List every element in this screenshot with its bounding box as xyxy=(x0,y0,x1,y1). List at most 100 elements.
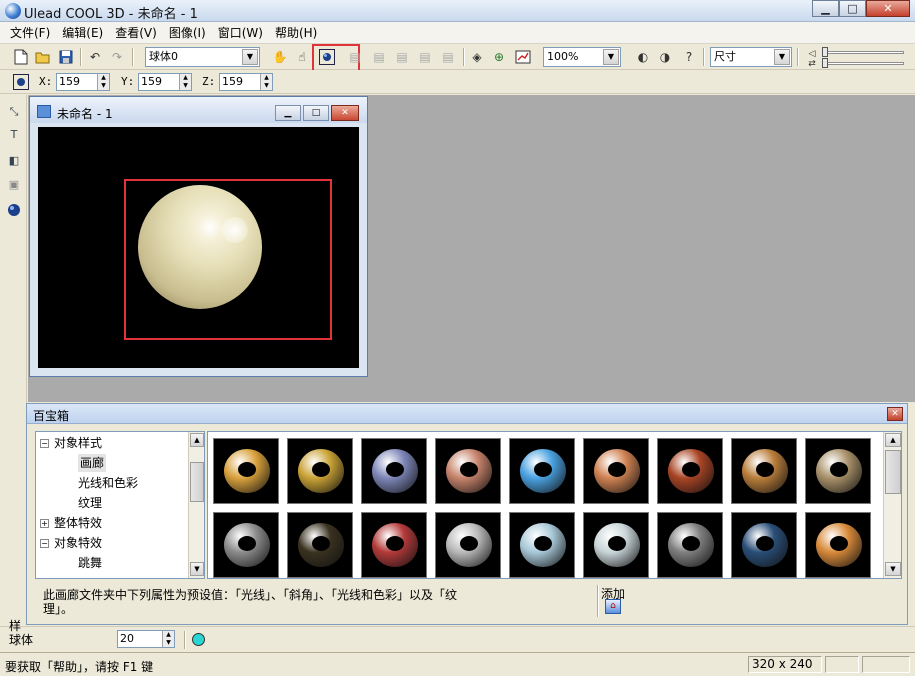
text-tool-icon[interactable]: T xyxy=(5,125,23,143)
thumbnail-scrollbar[interactable]: ▲ ▼ xyxy=(883,432,901,578)
up-icon[interactable]: ▲ xyxy=(163,631,174,639)
z-down-icon[interactable]: ▼ xyxy=(261,82,272,90)
gallery-thumbnail-bronze[interactable] xyxy=(731,438,797,504)
scroll-down-icon[interactable]: ▼ xyxy=(885,562,901,576)
menu-edit[interactable]: 编辑(E) xyxy=(56,22,109,44)
gallery-thumbnail-patchwork[interactable] xyxy=(361,512,427,578)
object-color-swatch[interactable] xyxy=(192,633,205,646)
redo-icon[interactable]: ↷ xyxy=(108,48,126,66)
menu-image[interactable]: 图像(I) xyxy=(163,22,212,44)
object-value-input[interactable]: 20 ▲ ▼ xyxy=(117,630,175,648)
gallery-thumbnail-copper-pink[interactable] xyxy=(435,438,501,504)
layer-icon[interactable]: ▤ xyxy=(439,48,457,66)
menu-help[interactable]: 帮助(H) xyxy=(269,22,323,44)
scroll-down-icon[interactable]: ▼ xyxy=(190,562,204,576)
gallery-thumbnail-glass-blue[interactable] xyxy=(509,512,575,578)
zoom-select[interactable]: 100% ▼ xyxy=(543,47,621,67)
tree-item-global-effects[interactable]: + 整体特效 xyxy=(40,514,102,532)
add-to-gallery-icon[interactable]: ⌂ xyxy=(605,599,621,614)
gallery-thumbnail-gold-bright[interactable] xyxy=(287,438,353,504)
menu-window[interactable]: 窗口(W) xyxy=(212,22,269,44)
tree-scrollbar[interactable]: ▲ ▼ xyxy=(188,432,204,578)
attribute-select[interactable]: 尺寸 ▼ xyxy=(710,47,792,67)
layer-icon[interactable]: ▤ xyxy=(416,48,434,66)
maximize-button[interactable]: □ xyxy=(839,0,866,17)
sphere-tool-icon[interactable] xyxy=(5,201,23,219)
hand-pan-icon[interactable]: ✋ xyxy=(271,48,289,66)
tree-item-texture[interactable]: 纹理 xyxy=(78,494,102,512)
render-icon[interactable]: ◐ xyxy=(634,48,652,66)
rotate-hand-icon[interactable]: ☝ xyxy=(293,48,311,66)
collapse-icon[interactable]: − xyxy=(40,439,49,448)
document-maximize-button[interactable]: □ xyxy=(303,105,329,121)
tree-item-object-effects[interactable]: − 对象特效 xyxy=(40,534,102,552)
gallery-close-button[interactable]: ✕ xyxy=(887,407,903,421)
tree-item-light-color[interactable]: 光线和色彩 xyxy=(78,474,138,492)
z-up-icon[interactable]: ▲ xyxy=(261,74,272,82)
gallery-thumbnail-steel-bolt[interactable] xyxy=(657,512,723,578)
expand-icon[interactable]: + xyxy=(40,519,49,528)
gallery-thumbnail-copper-dotted[interactable] xyxy=(583,438,649,504)
new-file-icon[interactable] xyxy=(12,48,30,66)
close-button[interactable]: ✕ xyxy=(866,0,910,17)
tree-item-object-style[interactable]: − 对象样式 xyxy=(40,434,102,452)
scroll-up-icon[interactable]: ▲ xyxy=(885,433,901,447)
y-input[interactable]: 159 ▲ ▼ xyxy=(138,73,192,91)
gallery-thumbnail-gold[interactable] xyxy=(213,438,279,504)
gallery-thumbnail-pearl-blue[interactable] xyxy=(583,512,649,578)
move-tool-icon[interactable]: ⤡ xyxy=(5,103,23,121)
y-up-icon[interactable]: ▲ xyxy=(180,74,191,82)
x-stepper[interactable]: ▲ ▼ xyxy=(97,74,109,90)
tree-item-gallery[interactable]: 画廊 xyxy=(78,454,107,472)
insert-object-icon[interactable]: ◧ xyxy=(5,151,23,169)
preview-icon[interactable] xyxy=(514,48,532,66)
app-icon[interactable] xyxy=(5,3,21,19)
x-input[interactable]: 159 ▲ ▼ xyxy=(56,73,110,91)
minimize-button[interactable]: ▁ xyxy=(812,0,839,17)
depth-slider-track[interactable] xyxy=(822,62,904,65)
gallery-thumbnail-stone-dotted[interactable] xyxy=(805,438,871,504)
gallery-thumbnail-red-copper[interactable] xyxy=(657,438,723,504)
undo-icon[interactable]: ↶ xyxy=(86,48,104,66)
gallery-thumbnail-silver-swirl[interactable] xyxy=(435,512,501,578)
save-icon[interactable] xyxy=(57,48,75,66)
layer-icon[interactable]: ▤ xyxy=(346,48,364,66)
chevron-down-icon[interactable]: ▼ xyxy=(603,49,619,65)
gallery-thumbnail-black-gold[interactable] xyxy=(287,512,353,578)
x-down-icon[interactable]: ▼ xyxy=(98,82,109,90)
depth-slider-thumb[interactable] xyxy=(822,58,828,68)
gallery-thumbnail-blue-stone[interactable] xyxy=(731,512,797,578)
group-tool-icon[interactable]: ▣ xyxy=(5,175,23,193)
gallery-thumbnail-chrome-blue[interactable] xyxy=(361,438,427,504)
y-stepper[interactable]: ▲ ▼ xyxy=(179,74,191,90)
menu-view[interactable]: 查看(V) xyxy=(109,22,163,44)
z-stepper[interactable]: ▲ ▼ xyxy=(260,74,272,90)
document-icon[interactable] xyxy=(37,105,51,118)
x-up-icon[interactable]: ▲ xyxy=(98,74,109,82)
globe-icon[interactable]: ⊕ xyxy=(490,48,508,66)
z-input[interactable]: 159 ▲ ▼ xyxy=(219,73,273,91)
camera-icon[interactable]: ◈ xyxy=(468,48,486,66)
object-select[interactable]: 球体0 ▼ xyxy=(145,47,260,67)
gallery-thumbnail-blue-dotted[interactable] xyxy=(509,438,575,504)
size-slider-thumb[interactable] xyxy=(822,47,828,57)
collapse-icon[interactable]: − xyxy=(40,539,49,548)
document-close-button[interactable]: ✕ xyxy=(331,105,359,121)
object-value-stepper[interactable]: ▲ ▼ xyxy=(162,631,174,647)
object-target-icon[interactable] xyxy=(12,73,30,91)
document-minimize-button[interactable]: ▁ xyxy=(275,105,301,121)
tree-scroll-thumb[interactable] xyxy=(190,462,204,502)
chevron-down-icon[interactable]: ▼ xyxy=(774,49,790,65)
gallery-thumbnail-steel-holes[interactable] xyxy=(213,512,279,578)
chevron-down-icon[interactable]: ▼ xyxy=(242,49,258,65)
open-folder-icon[interactable] xyxy=(34,48,52,66)
gallery-thumbnail-orange-chrome[interactable] xyxy=(805,512,871,578)
layer-icon[interactable]: ▤ xyxy=(370,48,388,66)
tree-item-dance[interactable]: 跳舞 xyxy=(78,554,102,572)
thumbnail-scroll-thumb[interactable] xyxy=(885,450,901,494)
menu-file[interactable]: 文件(F) xyxy=(4,22,56,44)
scroll-up-icon[interactable]: ▲ xyxy=(190,433,204,447)
context-help-icon[interactable]: ? xyxy=(680,48,698,66)
y-down-icon[interactable]: ▼ xyxy=(180,82,191,90)
render-canvas[interactable] xyxy=(38,127,359,368)
